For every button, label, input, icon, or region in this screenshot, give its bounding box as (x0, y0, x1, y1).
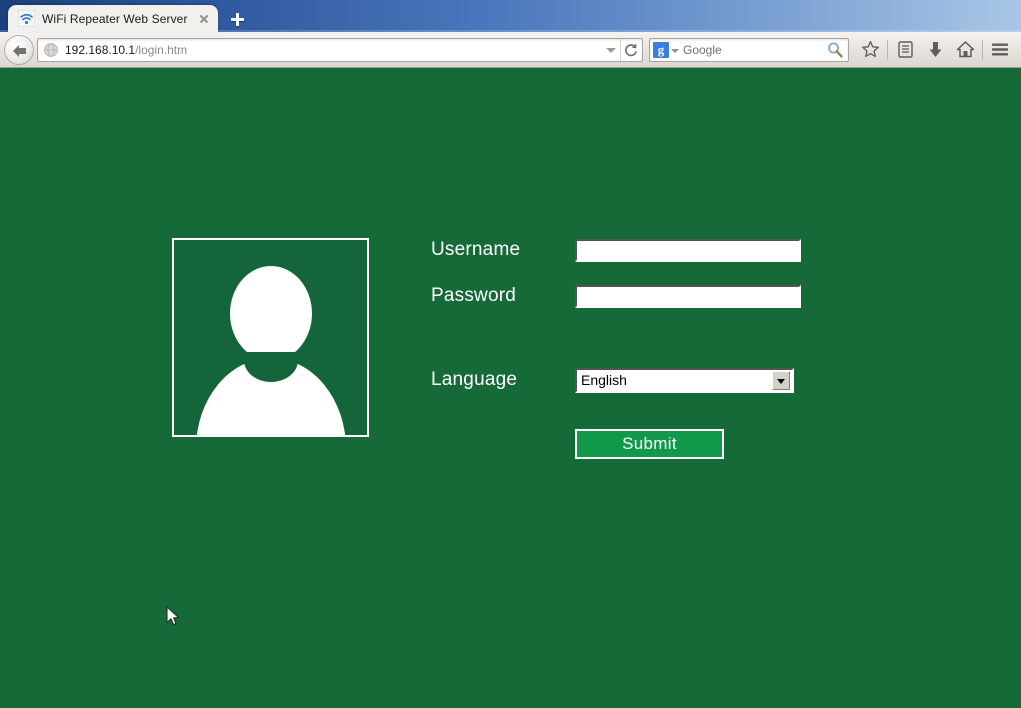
mouse-pointer-icon (166, 606, 182, 628)
language-select-value: English (581, 372, 627, 388)
reader-list-icon[interactable] (890, 36, 920, 64)
magnifier-icon[interactable] (825, 40, 845, 60)
search-input[interactable]: Google (681, 43, 825, 57)
username-row: Username (431, 233, 851, 267)
toolbar-divider (887, 39, 888, 60)
browser-navigation-toolbar: 192.168.10.1/login.htm g Google (0, 32, 1021, 68)
bookmark-star-icon[interactable] (855, 36, 885, 64)
browser-tab-strip: WiFi Repeater Web Server (0, 0, 1021, 32)
password-label: Password (431, 285, 517, 306)
back-button[interactable] (4, 34, 34, 65)
browser-tab[interactable]: WiFi Repeater Web Server (8, 5, 218, 32)
language-label: Language (431, 369, 518, 390)
google-logo-icon: g (653, 41, 669, 58)
login-form: Username Password Language English Submi… (431, 233, 851, 459)
password-input[interactable] (575, 284, 801, 308)
new-tab-button[interactable] (223, 6, 251, 31)
menu-hamburger-icon[interactable] (985, 36, 1015, 64)
address-bar[interactable]: 192.168.10.1/login.htm (37, 37, 643, 62)
password-row: Password (431, 279, 851, 313)
address-url-host: 192.168.10.1 (65, 42, 136, 57)
avatar-head (229, 266, 312, 361)
wifi-signal-icon (17, 9, 36, 28)
username-input[interactable] (575, 238, 801, 262)
submit-button[interactable]: Submit (575, 429, 724, 459)
user-avatar-icon (172, 238, 369, 437)
username-label: Username (431, 239, 521, 260)
back-arrow-icon (12, 44, 27, 58)
language-row: Language English (431, 363, 851, 397)
page-content: Username Password Language English Submi… (0, 68, 1021, 708)
address-url-path: /login.htm (135, 42, 188, 57)
downloads-icon[interactable] (920, 36, 950, 64)
search-bar[interactable]: g Google (649, 37, 849, 62)
reload-icon[interactable] (620, 38, 640, 61)
close-icon[interactable] (196, 11, 212, 27)
browser-window: WiFi Repeater Web Server 192.168.10.1/lo… (0, 0, 1021, 708)
home-icon[interactable] (950, 36, 980, 64)
browser-tab-title: WiFi Repeater Web Server (42, 11, 188, 26)
chevron-down-icon[interactable] (669, 41, 681, 59)
login-page: Username Password Language English Submi… (0, 68, 1021, 708)
toolbar-divider (982, 39, 983, 60)
globe-icon (43, 42, 59, 58)
submit-row: Submit (431, 429, 851, 459)
chevron-down-icon[interactable] (772, 370, 790, 390)
address-bar-url: 192.168.10.1/login.htm (65, 43, 602, 57)
chevron-down-icon[interactable] (602, 39, 620, 61)
language-select[interactable]: English (575, 367, 794, 393)
